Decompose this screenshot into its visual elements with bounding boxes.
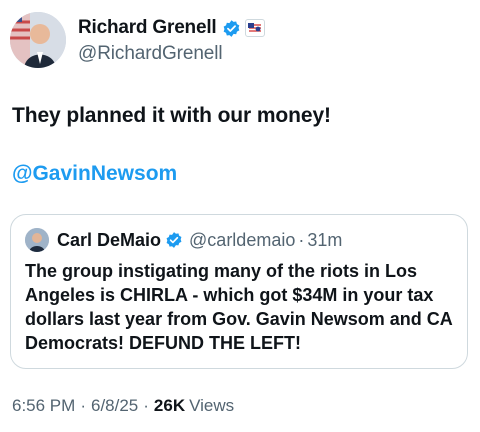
author-avatar[interactable] xyxy=(10,12,66,68)
views-count[interactable]: 26K xyxy=(154,396,185,416)
tweet-time[interactable]: 6:56 PM xyxy=(12,396,75,416)
author-handle[interactable]: @RichardGrenell xyxy=(78,43,265,65)
quoted-author-avatar[interactable] xyxy=(25,228,49,252)
meta-separator: · xyxy=(80,396,86,415)
verified-badge-icon[interactable] xyxy=(222,19,241,38)
affiliation-badge-icon[interactable] xyxy=(244,19,265,37)
quoted-verified-badge-icon[interactable] xyxy=(165,231,183,249)
views-label: Views xyxy=(189,396,235,415)
tweet-text: They planned it with our money! xyxy=(12,104,331,127)
tweet-header: Richard Grenell @RichardGrenell xyxy=(10,12,470,72)
quoted-timestamp[interactable]: 31m xyxy=(307,230,342,251)
quoted-tweet-header: Carl DeMaio @carldemaio · 31m xyxy=(25,227,342,253)
tweet-meta: 6:56 PM · 6/8/25 · 26K Views xyxy=(12,396,234,416)
quoted-tweet[interactable]: Carl DeMaio @carldemaio · 31m The group … xyxy=(10,214,468,369)
quoted-separator: · xyxy=(298,229,305,250)
meta-separator: · xyxy=(143,396,149,415)
quoted-author-handle[interactable]: @carldemaio xyxy=(189,230,295,251)
author-display-name[interactable]: Richard Grenell xyxy=(78,17,217,39)
quoted-author-display-name[interactable]: Carl DeMaio xyxy=(57,230,161,251)
mention-link[interactable]: @GavinNewsom xyxy=(12,161,177,187)
quoted-tweet-text: The group instigating many of the riots … xyxy=(25,261,453,353)
tweet-date[interactable]: 6/8/25 xyxy=(91,396,138,416)
